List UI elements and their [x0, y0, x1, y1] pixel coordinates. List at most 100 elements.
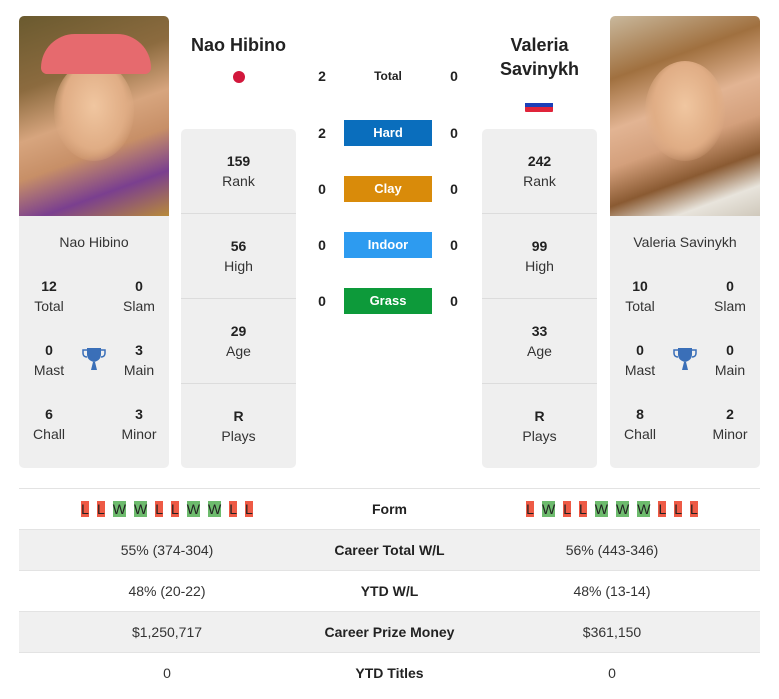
form-loss-badge[interactable]: L	[563, 501, 571, 517]
titles-main-value: 3	[135, 342, 143, 358]
stat-plays-label: Plays	[522, 428, 557, 444]
stat-age-value: 33	[531, 323, 548, 339]
form-loss-badge[interactable]: L	[578, 501, 587, 517]
stat-high: 56 High	[181, 214, 296, 299]
stat-high-value: 99	[531, 238, 548, 254]
russia-flag-icon	[525, 98, 553, 112]
career-wl-right: 56% (443-346)	[565, 542, 659, 558]
h2h-surface-total: Total	[374, 69, 402, 83]
stat-high-label: High	[224, 258, 253, 274]
stat-high-label: High	[525, 258, 554, 274]
form-win-badge[interactable]: W	[186, 501, 201, 517]
player-right-photo[interactable]	[610, 16, 760, 216]
h2h-surface-clay[interactable]: Clay	[344, 176, 432, 202]
stat-plays: R Plays	[482, 384, 597, 469]
table-row-ytd-titles: 0 YTD Titles 0	[19, 652, 760, 693]
h2h-right-count: 0	[450, 68, 458, 84]
h2h-left-count: 2	[318, 125, 326, 141]
h2h-left-count: 0	[318, 237, 326, 253]
titles-minor-value: 2	[726, 406, 734, 422]
titles-total: 12 Total	[19, 276, 79, 316]
titles-mast: 0 Mast	[610, 340, 670, 380]
stat-rank: 159 Rank	[181, 129, 296, 214]
form-win-badge[interactable]: W	[594, 501, 608, 517]
stat-rank: 242 Rank	[482, 129, 597, 214]
career-wl-left: 55% (374-304)	[120, 542, 214, 558]
form-label: Form	[372, 501, 407, 517]
form-win-badge[interactable]: W	[637, 501, 651, 517]
stat-plays: R Plays	[181, 384, 296, 469]
titles-main: 3 Main	[109, 340, 169, 380]
player-right-stats-panel: 242 Rank 99 High 33 Age R Plays	[482, 129, 597, 468]
ytd-titles-right: 0	[608, 665, 616, 681]
player-right-titles-card: Valeria Savinykh 10 Total 0 Slam 0 Mast …	[610, 216, 760, 468]
trophy-icon	[673, 348, 697, 370]
h2h-surface-hard[interactable]: Hard	[344, 120, 432, 146]
titles-total-value: 10	[632, 278, 648, 294]
titles-mast-label: Mast	[33, 362, 65, 378]
form-win-badge[interactable]: W	[133, 501, 148, 517]
h2h-right-count: 0	[450, 293, 458, 309]
titles-mast: 0 Mast	[19, 340, 79, 380]
form-win-badge[interactable]: W	[616, 501, 630, 517]
h2h-left-count: 0	[318, 293, 326, 309]
titles-slam-value: 0	[726, 278, 734, 294]
titles-minor: 3 Minor	[109, 404, 169, 444]
form-win-badge[interactable]: W	[208, 501, 222, 517]
form-loss-badge[interactable]: L	[526, 501, 534, 517]
titles-total: 10 Total	[610, 276, 670, 316]
player-right-name-link[interactable]: Valeria Savinykh	[482, 33, 597, 81]
player-left-form: LLWWLLWWLL	[19, 501, 315, 517]
titles-total-value: 12	[41, 278, 57, 294]
table-row-ytd-wl: 48% (20-22) YTD W/L 48% (13-14)	[19, 570, 760, 611]
stat-rank-value: 242	[527, 153, 552, 169]
stat-rank-label: Rank	[222, 173, 255, 189]
ytd-wl-label: YTD W/L	[360, 583, 419, 599]
titles-minor-value: 3	[135, 406, 143, 422]
titles-minor-label: Minor	[121, 426, 157, 442]
stat-age-label: Age	[226, 343, 251, 359]
form-loss-badge[interactable]: L	[690, 501, 698, 517]
ytd-wl-left: 48% (20-22)	[128, 583, 206, 599]
player-left-stats-panel: 159 Rank 56 High 29 Age R Plays	[181, 129, 296, 468]
prize-money-right: $361,150	[582, 624, 642, 640]
titles-main-label: Main	[123, 362, 155, 378]
form-win-badge[interactable]: W	[541, 501, 556, 517]
titles-slam-value: 0	[135, 278, 143, 294]
player-right-name: Valeria Savinykh	[633, 234, 737, 250]
form-loss-badge[interactable]: L	[171, 501, 179, 517]
titles-slam: 0 Slam	[109, 276, 169, 316]
player-right-form: LWLLWWWLLL	[464, 501, 760, 517]
h2h-right-count: 0	[450, 237, 458, 253]
form-row: LLWWLLWWLL Form LWLLWWWLLL	[19, 488, 760, 529]
stat-high-value: 56	[230, 238, 247, 254]
career-wl-label: Career Total W/L	[334, 542, 445, 558]
form-loss-badge[interactable]: L	[229, 501, 238, 517]
titles-chall-label: Chall	[33, 426, 65, 442]
player-left-name-link[interactable]: Nao Hibino	[181, 33, 296, 57]
form-loss-badge[interactable]: L	[674, 501, 683, 517]
titles-chall: 8 Chall	[610, 404, 670, 444]
titles-slam: 0 Slam	[700, 276, 760, 316]
stat-age: 33 Age	[482, 299, 597, 384]
face-shape	[645, 61, 725, 161]
ytd-wl-right: 48% (13-14)	[573, 583, 651, 599]
prize-money-left: $1,250,717	[131, 624, 203, 640]
form-win-badge[interactable]: W	[112, 501, 126, 517]
player-left-photo[interactable]	[19, 16, 169, 216]
form-loss-badge[interactable]: L	[155, 501, 163, 517]
form-loss-badge[interactable]: L	[658, 501, 667, 517]
form-loss-badge[interactable]: L	[96, 501, 105, 517]
stat-rank-label: Rank	[523, 173, 556, 189]
form-loss-badge[interactable]: L	[81, 501, 89, 517]
titles-mast-label: Mast	[624, 362, 656, 378]
form-loss-badge[interactable]: L	[245, 501, 253, 517]
table-row-career-wl: 55% (374-304) Career Total W/L 56% (443-…	[19, 529, 760, 570]
h2h-row-clay: 0 Clay 0	[310, 176, 470, 202]
titles-mast-value: 0	[636, 342, 644, 358]
prize-money-label: Career Prize Money	[324, 624, 455, 640]
titles-minor: 2 Minor	[700, 404, 760, 444]
h2h-surface-indoor[interactable]: Indoor	[344, 232, 432, 258]
h2h-surface-grass[interactable]: Grass	[344, 288, 432, 314]
h2h-left-count: 0	[318, 181, 326, 197]
